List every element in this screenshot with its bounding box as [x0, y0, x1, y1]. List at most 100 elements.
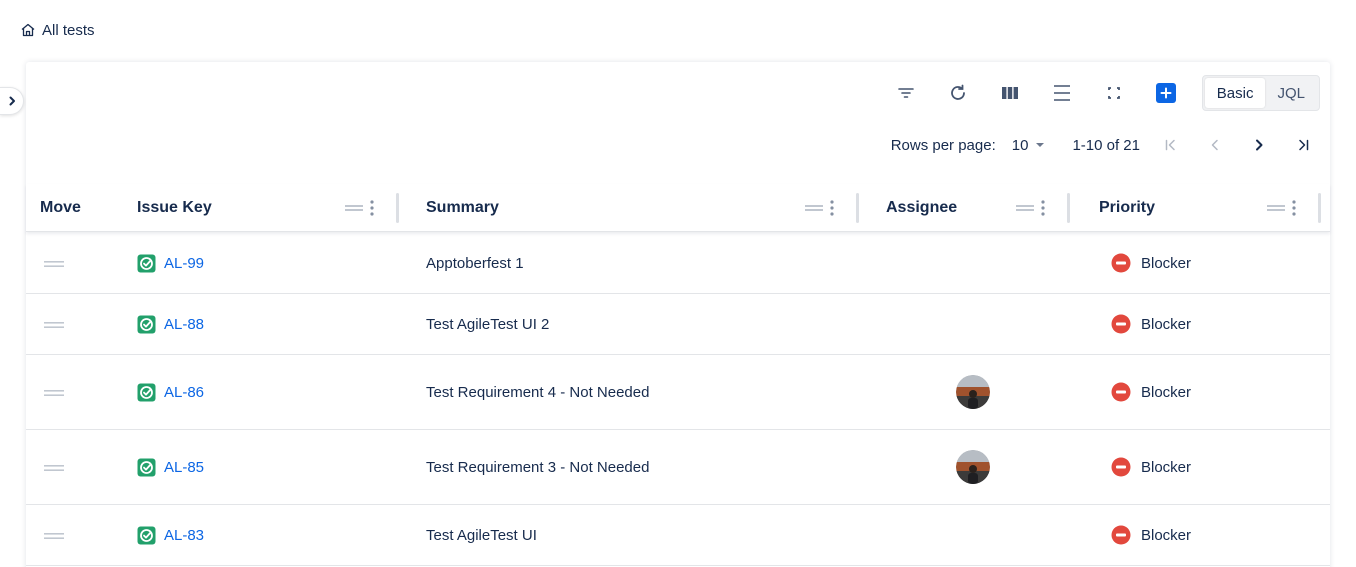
priority-label: Blocker [1141, 254, 1192, 272]
table-header: Move Issue Key Summary Assignee Priority [26, 184, 1330, 232]
issue-key-link[interactable]: AL-88 [164, 316, 204, 333]
issue-key-link[interactable]: AL-99 [164, 255, 204, 272]
drag-column-icon[interactable] [344, 203, 364, 213]
chevron-right-icon [1256, 139, 1263, 151]
page-range: 1-10 of 21 [1072, 136, 1140, 154]
caret-down-icon [1036, 143, 1045, 147]
drag-column-icon[interactable] [1015, 203, 1035, 213]
drag-row-handle[interactable] [44, 459, 64, 476]
summary-text: Test Requirement 4 - Not Needed [426, 383, 650, 401]
user-avatar-icon [956, 375, 990, 409]
fullscreen-icon [1107, 87, 1120, 99]
fullscreen-button[interactable] [1098, 77, 1130, 109]
column-resize-handle[interactable] [1318, 192, 1321, 223]
move-cell [26, 233, 137, 293]
assignee-avatar[interactable] [956, 450, 990, 484]
column-header-issue-key[interactable]: Issue Key [137, 184, 399, 232]
issue-key-cell: AL-99 [137, 233, 426, 293]
chevron-right-icon [9, 96, 15, 106]
summary-text: Test AgileTest UI 2 [426, 315, 550, 333]
filter-button[interactable] [890, 77, 922, 109]
add-test-button[interactable] [1150, 77, 1182, 109]
blocker-priority-icon [1111, 525, 1131, 545]
move-cell [26, 355, 137, 429]
test-type-icon [137, 526, 156, 544]
mode-basic-option[interactable]: Basic [1204, 78, 1266, 108]
table-row[interactable]: AL-88 Test AgileTest UI 2 Blocker [26, 294, 1330, 355]
column-title: Move [40, 198, 81, 216]
last-page-button[interactable] [1290, 132, 1316, 158]
priority-cell: Blocker [1098, 233, 1330, 293]
user-avatar-icon [956, 450, 990, 484]
table-row[interactable]: AL-99 Apptoberfest 1 Blocker [26, 233, 1330, 294]
summary-cell: Test AgileTest UI [426, 505, 887, 565]
summary-text: Test Requirement 3 - Not Needed [426, 458, 650, 476]
density-icon [1053, 85, 1070, 101]
assignee-cell [887, 505, 1098, 565]
column-menu-icon[interactable] [1039, 198, 1047, 218]
issue-key-link[interactable]: AL-85 [164, 459, 204, 476]
next-page-button[interactable] [1246, 132, 1272, 158]
columns-button[interactable] [994, 77, 1026, 109]
drag-column-icon[interactable] [1266, 203, 1286, 213]
move-cell [26, 294, 137, 354]
rows-per-page-select[interactable]: 10 [1012, 137, 1047, 154]
blocker-priority-icon [1111, 253, 1131, 273]
breadcrumb-label[interactable]: All tests [42, 22, 95, 39]
priority-label: Blocker [1141, 458, 1192, 476]
breadcrumb[interactable]: All tests [20, 20, 95, 40]
column-menu-icon[interactable] [1290, 198, 1298, 218]
summary-cell: Test Requirement 4 - Not Needed [426, 355, 887, 429]
summary-cell: Apptoberfest 1 [426, 233, 887, 293]
column-header-priority[interactable]: Priority [1070, 184, 1321, 232]
drag-handle-icon [44, 532, 64, 539]
chevron-left-icon [1211, 139, 1218, 151]
add-icon [1160, 87, 1172, 99]
assignee-cell [887, 430, 1098, 504]
drag-row-handle[interactable] [44, 255, 64, 272]
drag-row-handle[interactable] [44, 384, 64, 401]
column-header-move[interactable]: Move [26, 184, 137, 232]
blocker-priority-icon [1111, 457, 1131, 477]
issue-key-link[interactable]: AL-83 [164, 527, 204, 544]
column-header-assignee[interactable]: Assignee [859, 184, 1070, 232]
first-page-button[interactable] [1158, 132, 1184, 158]
issue-key-cell: AL-86 [137, 355, 426, 429]
summary-text: Apptoberfest 1 [426, 254, 524, 272]
previous-page-button[interactable] [1202, 132, 1228, 158]
table-body: AL-99 Apptoberfest 1 Blocker AL-88 Test … [26, 233, 1330, 566]
issue-key-link[interactable]: AL-86 [164, 384, 204, 401]
mode-jql-option[interactable]: JQL [1265, 78, 1317, 108]
priority-label: Blocker [1141, 383, 1192, 401]
test-type-icon [137, 458, 156, 476]
priority-cell: Blocker [1098, 505, 1330, 565]
column-title: Priority [1099, 198, 1156, 216]
sidebar-expand-button[interactable] [0, 87, 24, 115]
column-menu-icon[interactable] [828, 198, 836, 218]
drag-row-handle[interactable] [44, 316, 64, 333]
home-icon [21, 23, 35, 37]
table-row[interactable]: AL-83 Test AgileTest UI Blocker [26, 505, 1330, 566]
issue-key-cell: AL-83 [137, 505, 426, 565]
test-type-icon [137, 254, 156, 272]
issue-key-cell: AL-88 [137, 294, 426, 354]
density-button[interactable] [1046, 77, 1078, 109]
assignee-cell [887, 294, 1098, 354]
summary-cell: Test AgileTest UI 2 [426, 294, 887, 354]
blocker-priority-icon [1111, 382, 1131, 402]
drag-handle-icon [44, 321, 64, 328]
add-button-bg [1155, 83, 1176, 103]
table-row[interactable]: AL-85 Test Requirement 3 - Not Needed Bl… [26, 430, 1330, 505]
assignee-avatar[interactable] [956, 375, 990, 409]
drag-row-handle[interactable] [44, 527, 64, 544]
issue-key-cell: AL-85 [137, 430, 426, 504]
priority-cell: Blocker [1098, 294, 1330, 354]
column-menu-icon[interactable] [368, 198, 376, 218]
test-type-icon [137, 383, 156, 401]
table-row[interactable]: AL-86 Test Requirement 4 - Not Needed Bl… [26, 355, 1330, 430]
priority-label: Blocker [1141, 315, 1192, 333]
summary-text: Test AgileTest UI [426, 526, 537, 544]
refresh-button[interactable] [942, 77, 974, 109]
column-header-summary[interactable]: Summary [399, 184, 859, 232]
drag-column-icon[interactable] [804, 203, 824, 213]
